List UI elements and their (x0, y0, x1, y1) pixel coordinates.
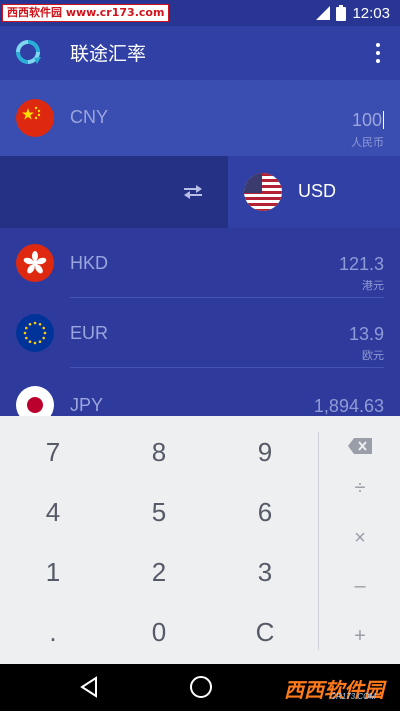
target-currency-code: USD (298, 181, 337, 201)
app-bar: 联途汇率 (0, 26, 400, 80)
more-vert-icon[interactable] (368, 40, 388, 66)
currency-list: HKD 121.3 港元 EUR 13.9 欧元 JPY 1,894.63 (0, 228, 400, 416)
refresh-cycle-icon[interactable] (14, 38, 42, 66)
brand-logo: 西西软件园 (284, 668, 384, 708)
key-0[interactable]: 0 (106, 602, 212, 662)
watermark: 西西软件园 www.cr173.com (2, 4, 170, 22)
key-clear[interactable]: C (212, 602, 318, 662)
currency-unit: 港元 (362, 279, 384, 292)
signal-icon (316, 6, 331, 20)
list-item-eur[interactable]: EUR 13.9 欧元 (0, 298, 400, 368)
target-currency-selector[interactable]: USD (228, 156, 400, 228)
key-7[interactable]: 7 (0, 422, 106, 482)
hong-kong-flag-icon (16, 244, 54, 282)
key-6[interactable]: 6 (212, 482, 318, 542)
key-8[interactable]: 8 (106, 422, 212, 482)
keypad-divider (318, 432, 319, 650)
nav-bar: 西西软件园 CR173.COM (0, 664, 400, 711)
eu-flag-icon (16, 314, 54, 352)
clock: 12:03 (352, 4, 390, 22)
key-9[interactable]: 9 (212, 422, 318, 482)
base-amount-input[interactable]: 100 (352, 110, 384, 131)
status-bar: 西西软件园 www.cr173.com 12:03 (0, 0, 400, 26)
base-currency-code: CNY (70, 107, 109, 127)
add-button[interactable]: + (320, 606, 400, 666)
keypad: 7 8 9 4 5 6 1 2 3 . 0 C ÷ × – + (0, 416, 400, 664)
status-icons: 12:03 (316, 3, 390, 23)
currency-value: 121.3 (338, 254, 384, 274)
currency-code: HKD (70, 253, 109, 273)
app-title: 联途汇率 (70, 43, 147, 65)
us-flag-icon (244, 173, 282, 211)
japan-flag-icon (16, 386, 54, 416)
china-flag-icon (16, 99, 54, 137)
base-amount-value: 100 (351, 110, 382, 130)
currency-code: JPY (70, 395, 104, 415)
base-currency-row[interactable]: CNY 100 人民币 (0, 80, 400, 156)
key-decimal[interactable]: . (0, 602, 106, 662)
currency-value: 13.9 (348, 324, 384, 344)
key-2[interactable]: 2 (106, 542, 212, 602)
swap-arrows-icon[interactable] (182, 182, 204, 202)
key-3[interactable]: 3 (212, 542, 318, 602)
swap-area[interactable] (0, 156, 228, 228)
key-1[interactable]: 1 (0, 542, 106, 602)
target-currency-row: USD (0, 156, 400, 228)
currency-unit: 欧元 (362, 349, 384, 362)
currency-code: EUR (70, 323, 109, 343)
base-currency-unit: 人民币 (351, 136, 384, 149)
list-item-hkd[interactable]: HKD 121.3 港元 (0, 228, 400, 298)
battery-icon (336, 5, 347, 21)
back-icon[interactable] (78, 676, 100, 698)
brand-subtext: CR173.COM (330, 692, 376, 701)
list-item-jpy[interactable]: JPY 1,894.63 (0, 368, 400, 416)
home-icon[interactable] (190, 676, 212, 698)
key-5[interactable]: 5 (106, 482, 212, 542)
currency-value: 1,894.63 (313, 396, 384, 416)
key-4[interactable]: 4 (0, 482, 106, 542)
